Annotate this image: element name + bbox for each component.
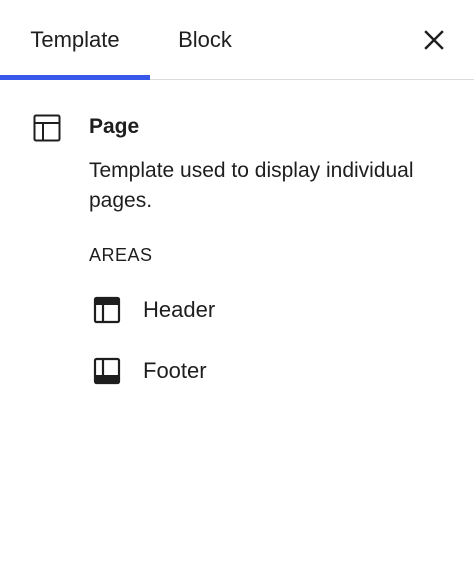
areas-heading: AREAS: [89, 245, 153, 265]
header-area-icon: [89, 292, 125, 328]
template-title: Page: [89, 115, 140, 138]
close-icon: [424, 30, 444, 50]
close-button[interactable]: [418, 24, 450, 56]
area-label-header: Header: [143, 297, 216, 322]
tab-block[interactable]: Block: [150, 0, 260, 80]
tab-template-label: Template: [30, 27, 120, 52]
template-description: Template used to display individual page…: [89, 159, 414, 212]
footer-area-icon: [89, 353, 125, 389]
tab-template[interactable]: Template: [0, 0, 150, 80]
layout-icon: [33, 114, 61, 142]
area-label-footer: Footer: [143, 358, 207, 383]
tab-block-label: Block: [178, 27, 232, 52]
active-tab-indicator: [0, 75, 150, 80]
sidebar-tabs: Template Block: [0, 0, 474, 80]
area-item-footer[interactable]: Footer: [89, 349, 207, 393]
area-item-header[interactable]: Header: [89, 288, 215, 332]
